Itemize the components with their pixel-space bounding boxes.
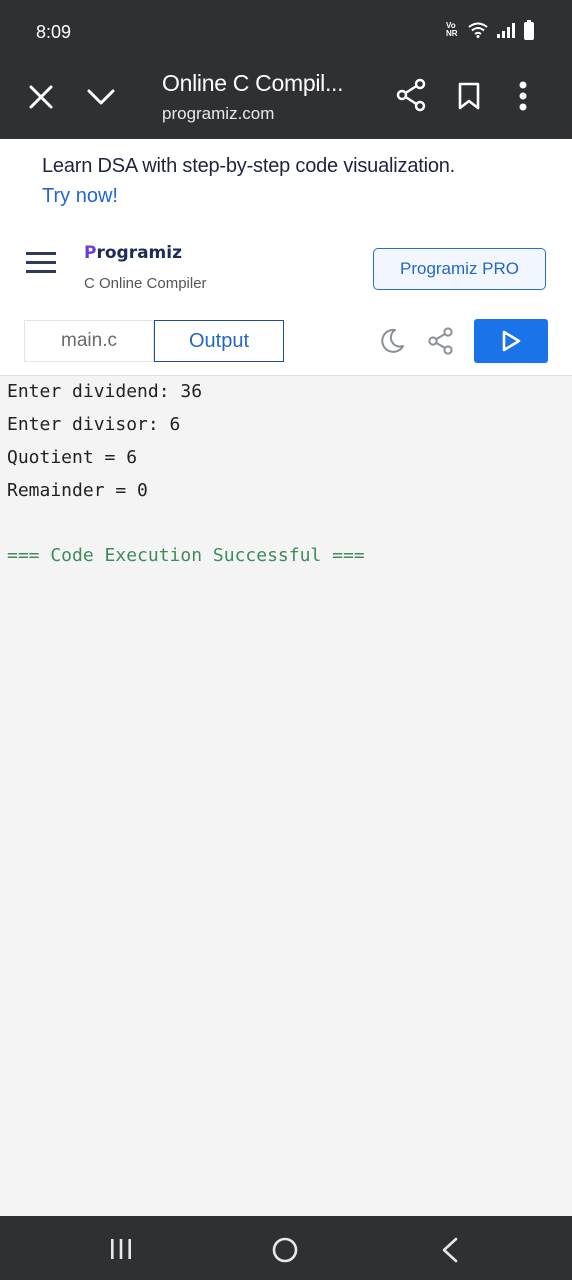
programiz-logo[interactable]: Programiz — [84, 243, 182, 263]
editor-toolbar: main.c Output — [0, 307, 572, 376]
hamburger-icon[interactable] — [26, 249, 56, 277]
run-button[interactable] — [474, 319, 548, 363]
more-vert-icon[interactable] — [518, 80, 528, 112]
page-url[interactable]: programiz.com — [162, 104, 274, 124]
recents-icon[interactable] — [108, 1238, 134, 1260]
home-icon[interactable] — [271, 1236, 299, 1264]
signal-icon — [497, 23, 515, 38]
tab-main-c[interactable]: main.c — [24, 320, 154, 362]
compiler-subtitle: C Online Compiler — [84, 275, 207, 292]
status-bar: 8:09 Vo NR — [0, 0, 572, 62]
moon-icon[interactable] — [378, 327, 406, 355]
wifi-icon — [468, 22, 488, 38]
status-icons: Vo NR — [446, 20, 534, 40]
system-nav-bar — [0, 1216, 572, 1280]
output-line: Quotient = 6 — [7, 447, 138, 468]
page-title[interactable]: Online C Compil... — [162, 70, 344, 97]
execution-status: === Code Execution Successful === — [7, 545, 365, 566]
battery-icon — [524, 20, 534, 40]
logo-text: rogramiz — [96, 243, 182, 263]
chevron-down-icon[interactable] — [86, 86, 116, 108]
programiz-pro-button[interactable]: Programiz PRO — [373, 248, 546, 290]
site-header: Programiz C Online Compiler Programiz PR… — [0, 229, 572, 308]
tab-output[interactable]: Output — [154, 320, 284, 362]
back-icon[interactable] — [440, 1237, 460, 1263]
close-icon[interactable] — [28, 84, 54, 110]
output-line: Enter divisor: 6 — [7, 414, 181, 435]
banner-cta-link[interactable]: Try now! — [42, 185, 118, 208]
play-icon — [502, 330, 521, 352]
output-console[interactable]: Enter dividend: 36 Enter divisor: 6 Quot… — [0, 376, 572, 1216]
status-time: 8:09 — [36, 22, 72, 42]
logo-initial: P — [84, 243, 97, 263]
bookmark-icon[interactable] — [458, 82, 480, 110]
banner-message: Learn DSA with step-by-step code visuali… — [42, 155, 456, 177]
share-icon[interactable] — [428, 327, 454, 355]
share-icon[interactable] — [396, 78, 426, 112]
promo-banner: Learn DSA with step-by-step code visuali… — [0, 139, 572, 229]
browser-toolbar: Online C Compil... programiz.com — [0, 62, 572, 139]
volte-label: Vo NR — [446, 21, 458, 38]
output-line: Remainder = 0 — [7, 480, 148, 501]
output-line: Enter dividend: 36 — [7, 381, 203, 402]
